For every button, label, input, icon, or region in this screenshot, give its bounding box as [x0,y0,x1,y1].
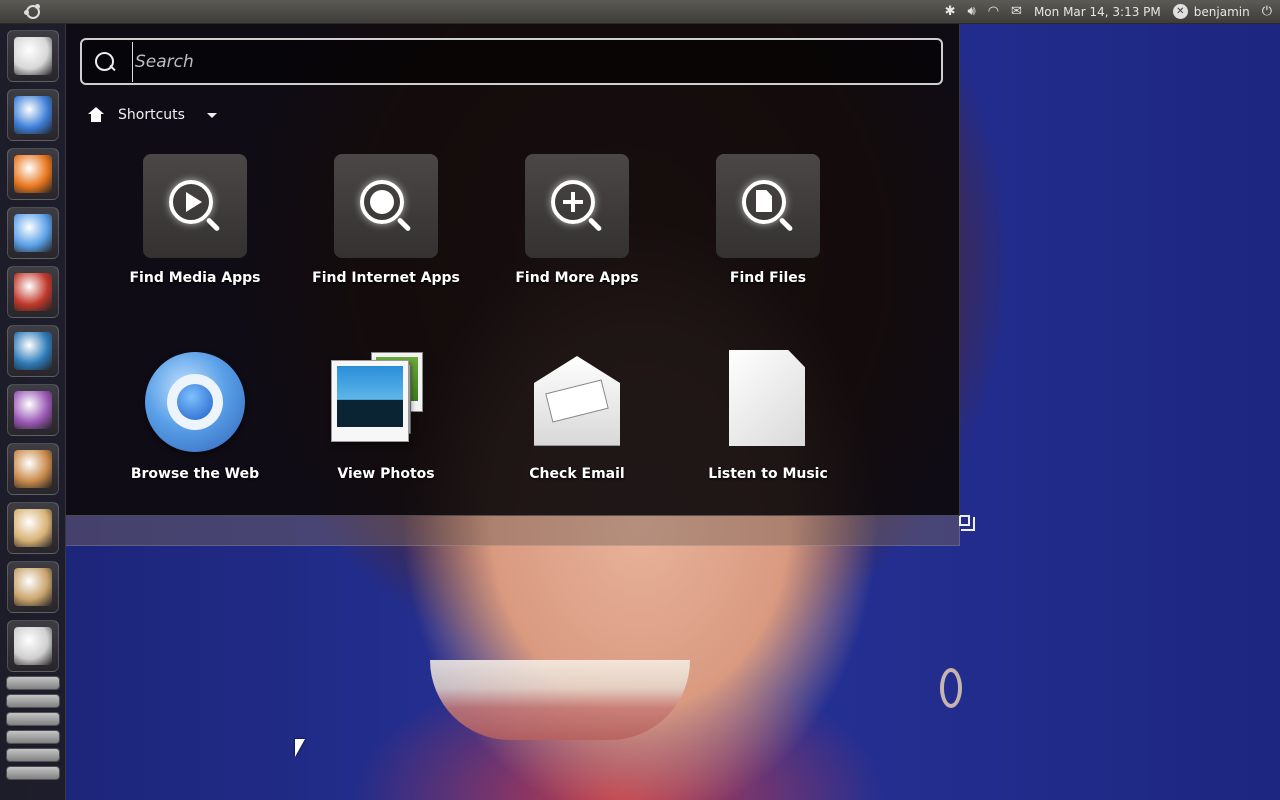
launcher-overflow-item[interactable] [6,748,60,762]
shortcut-label: View Photos [337,466,435,482]
clock[interactable]: Mon Mar 14, 3:13 PM [1034,5,1161,19]
shortcut-label: Find Internet Apps [312,270,460,286]
launcher-overflow-item[interactable] [6,694,60,708]
launcher-item-chromium[interactable] [7,89,59,141]
launcher-item-update-manager[interactable] [7,502,59,554]
find-internet-apps-icon [334,154,438,258]
maximize-dash-icon[interactable] [959,515,975,531]
file-cabinet-icon [14,37,52,75]
shotwell-icon [14,332,52,370]
chromium-icon [140,350,250,454]
dash: Shortcuts Find Media Apps Find Internet … [66,24,960,516]
ubuntu-button[interactable] [0,0,66,24]
dash-frame-edge [66,516,960,546]
shortcut-label: Find Files [729,270,807,286]
shortcut-find-internet-apps[interactable]: Find Internet Apps [301,154,471,286]
shortcut-label: Find More Apps [515,270,639,286]
shortcut-label: Browse the Web [130,466,260,482]
place-label: Shortcuts [118,107,185,123]
wallpaper-detail [430,660,690,740]
launcher-item-cheese[interactable] [7,384,59,436]
shortcut-find-more-apps[interactable]: Find More Apps [492,154,662,286]
search-box[interactable] [80,38,943,85]
music-icon [713,350,823,454]
launcher-item-file-cabinet[interactable] [7,30,59,82]
mail-icon[interactable]: ✉ [1011,4,1022,19]
launcher-item-shotwell[interactable] [7,325,59,377]
place-selector[interactable]: Shortcuts [88,104,217,126]
find-files-icon [716,154,820,258]
launcher-overflow-item[interactable] [6,676,60,690]
user-status-icon: ✕ [1172,4,1188,19]
ubuntu-logo-icon [24,4,40,19]
photos-icon [331,350,441,454]
shortcut-check-email[interactable]: Check Email [492,350,662,482]
user-menu[interactable]: ✕ benjamin [1172,4,1250,19]
software-center-icon [14,450,52,488]
shortcut-listen-to-music[interactable]: Listen to Music [683,350,853,482]
home-icon [88,107,104,123]
launcher-item-firefox[interactable] [7,148,59,200]
workspaces-icon [14,627,52,665]
mouse-cursor [295,739,305,757]
launcher-overflow-item[interactable] [6,766,60,780]
firefox-icon [14,155,52,193]
package-globe-icon [14,568,52,606]
cheese-icon [14,391,52,429]
transmission-icon [14,273,52,311]
launcher-item-workspaces[interactable] [7,620,59,672]
shortcut-find-media-apps[interactable]: Find Media Apps [110,154,280,286]
launcher-overflow-item[interactable] [6,730,60,744]
email-icon [522,350,632,454]
bluetooth-icon[interactable]: ✱ [945,4,956,19]
launcher-item-banshee[interactable] [7,207,59,259]
top-panel: ✱ 🔊︎ ◠ ✉ Mon Mar 14, 3:13 PM ✕ benjamin … [0,0,1280,24]
shortcut-label: Check Email [529,466,625,482]
banshee-icon [14,214,52,252]
chromium-icon [14,96,52,134]
launcher-overflow-item[interactable] [6,712,60,726]
launcher-item-software-center[interactable] [7,443,59,495]
launcher-item-transmission[interactable] [7,266,59,318]
volume-icon[interactable]: 🔊︎ [968,4,976,19]
user-name: benjamin [1193,4,1250,19]
shortcut-label: Find Media Apps [129,270,261,286]
find-more-apps-icon [525,154,629,258]
launcher-item-package-globe[interactable] [7,561,59,613]
chevron-down-icon[interactable] [206,112,217,118]
search-input[interactable] [132,41,941,82]
find-media-apps-icon [143,154,247,258]
shortcut-label: Listen to Music [708,466,828,482]
wallpaper-detail [940,668,962,708]
search-icon [94,51,116,73]
launcher [0,24,66,800]
power-icon[interactable]: ⏻ [1262,4,1272,19]
shortcut-view-photos[interactable]: View Photos [301,350,471,482]
wifi-icon[interactable]: ◠ [988,4,999,19]
shortcut-browse-the-web[interactable]: Browse the Web [110,350,280,482]
update-manager-icon [14,509,52,547]
shortcut-find-files[interactable]: Find Files [683,154,853,286]
